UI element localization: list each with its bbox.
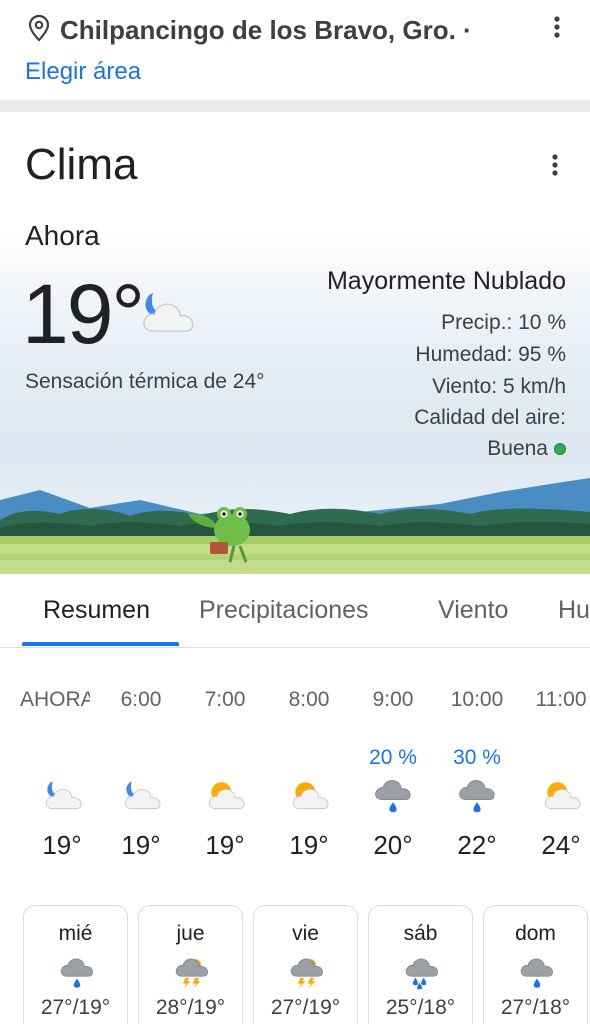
precip-detail: Precip.: 10 % [441, 311, 566, 334]
day-name: jue [176, 922, 205, 945]
rain-cloud-icon [457, 778, 497, 814]
hour-item: 9:00 20 % 20° [351, 680, 435, 870]
location-more-icon[interactable] [545, 12, 569, 42]
sun-cloud-icon [289, 778, 329, 812]
air-quality-row: Buena [487, 437, 566, 461]
daily-forecast: mié 27°/19° jue 28°/19° vie 27°/19° sáb … [0, 905, 590, 1024]
hour-time: 7:00 [204, 688, 246, 711]
day-card[interactable]: mié 27°/19° [23, 905, 128, 1024]
hour-time: 10:00 [450, 688, 504, 711]
tab-humidity[interactable]: Hu [558, 596, 590, 625]
hour-temp: 19° [205, 830, 245, 860]
tab-summary[interactable]: Resumen [43, 596, 150, 625]
moon-cloud-icon [121, 778, 161, 812]
hour-temp: 20° [373, 830, 413, 860]
hour-precip: 20 % [369, 746, 417, 769]
wind-detail: Viento: 5 km/h [432, 375, 566, 398]
current-temperature: 19° [22, 267, 145, 361]
hour-time: 11:00 [535, 688, 587, 711]
hour-item: 11:00 24° [519, 680, 590, 870]
hour-time: 9:00 [372, 688, 414, 711]
hour-item: 10:00 30 % 22° [435, 680, 519, 870]
thunderstorm-icon [289, 956, 325, 990]
landscape-illustration [0, 478, 590, 574]
day-card[interactable]: vie 27°/19° [253, 905, 358, 1024]
hour-temp: 19° [42, 830, 82, 860]
day-name: dom [515, 922, 556, 945]
day-range: 27°/18° [500, 996, 571, 1019]
day-name: vie [292, 922, 319, 945]
rain-cloud-icon [519, 956, 555, 990]
hour-item: AHORA 19° [20, 680, 104, 870]
air-quality-dot-icon [554, 443, 566, 456]
air-quality-label: Calidad del aire: [414, 406, 566, 429]
hour-temp: 22° [457, 830, 497, 860]
hour-time: AHORA [20, 688, 90, 711]
tab-precipitation[interactable]: Precipitaciones [199, 596, 369, 625]
weather-more-icon[interactable] [543, 150, 567, 180]
day-range: 28°/19° [155, 996, 226, 1019]
section-divider [0, 100, 590, 112]
hour-item: 7:00 19° [183, 680, 267, 870]
location-pin-icon [28, 14, 50, 42]
rain-cloud-icon [373, 778, 413, 814]
hourly-forecast[interactable]: AHORA 19° 6:00 19° 7:00 19° 8:00 19° 9:0… [0, 680, 590, 870]
location-header: Chilpancingo de los Bravo, Gro. · Elegir… [0, 0, 590, 100]
moon-cloud-icon [138, 284, 194, 340]
now-label: Ahora [25, 220, 100, 251]
change-area-link[interactable]: Elegir área [25, 58, 141, 86]
hour-precip: 30 % [453, 746, 501, 769]
rain-cloud-icon [59, 956, 95, 990]
day-name: sáb [403, 922, 438, 945]
hour-item: 6:00 19° [99, 680, 183, 870]
location-name[interactable]: Chilpancingo de los Bravo, Gro. · [60, 15, 472, 46]
sun-cloud-icon [205, 778, 245, 812]
weather-tabs: Resumen Precipitaciones Viento Hu [0, 574, 590, 648]
hour-item: 8:00 19° [267, 680, 351, 870]
day-range: 27°/19° [40, 996, 111, 1019]
feels-like: Sensación térmica de 24° [25, 370, 265, 393]
hour-time: 6:00 [120, 688, 162, 711]
heavy-rain-icon [404, 956, 440, 990]
hour-temp: 19° [289, 830, 329, 860]
day-card[interactable]: sáb 25°/18° [368, 905, 473, 1024]
thunderstorm-icon [174, 956, 210, 990]
hour-temp: 24° [541, 830, 581, 860]
tab-wind[interactable]: Viento [438, 596, 508, 625]
active-tab-indicator [22, 642, 179, 646]
humidity-detail: Humedad: 95 % [415, 343, 566, 366]
day-card[interactable]: dom 27°/18° [483, 905, 588, 1024]
hour-time: 8:00 [288, 688, 330, 711]
day-range: 27°/19° [270, 996, 341, 1019]
weather-title: Clima [25, 140, 138, 189]
sun-cloud-icon [541, 778, 581, 812]
condition-text: Mayormente Nublado [326, 267, 566, 295]
hour-temp: 19° [121, 830, 161, 860]
day-name: mié [58, 922, 93, 945]
moon-cloud-icon [42, 778, 82, 812]
day-card[interactable]: jue 28°/19° [138, 905, 243, 1024]
day-range: 25°/18° [385, 996, 456, 1019]
air-quality-value: Buena [487, 437, 548, 460]
